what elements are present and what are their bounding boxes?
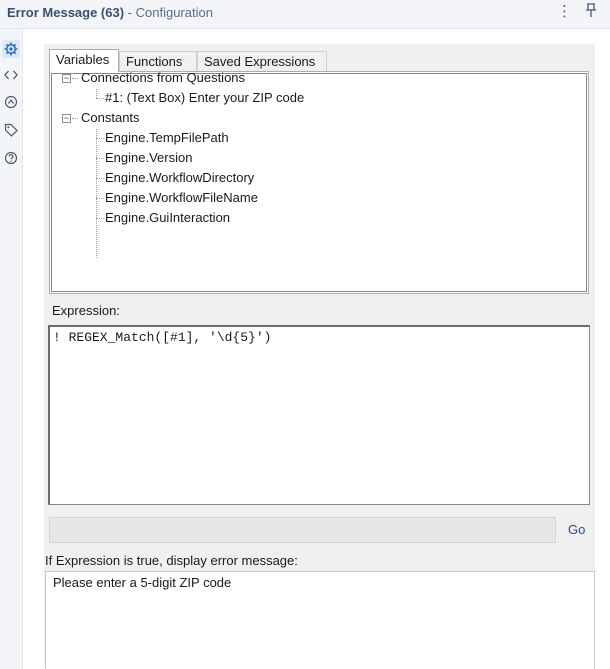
- title-bar: Error Message (63) - Configuration ⋮: [0, 0, 610, 29]
- expression-result-field[interactable]: [49, 517, 556, 543]
- tree-item-tempfilepath[interactable]: Engine.TempFilePath: [105, 129, 229, 147]
- tab-variables[interactable]: Variables: [49, 49, 119, 72]
- expression-editor[interactable]: ! REGEX_Match([#1], '\d{5}'): [48, 325, 590, 505]
- tree-item-version[interactable]: Engine.Version: [105, 149, 192, 167]
- sidebar: [0, 29, 23, 669]
- gear-icon[interactable]: [2, 40, 20, 58]
- window-title-sub: - Configuration: [124, 5, 213, 20]
- tab-functions[interactable]: Functions: [119, 51, 197, 71]
- circle-arrow-icon[interactable]: [2, 93, 20, 111]
- pin-icon[interactable]: [584, 3, 598, 21]
- window-title: Error Message (63) - Configuration: [7, 5, 213, 20]
- code-icon[interactable]: [2, 66, 20, 84]
- window-title-main: Error Message (63): [7, 5, 125, 20]
- collapse-constants-icon[interactable]: −: [62, 114, 71, 123]
- tree-item-workflowdirectory[interactable]: Engine.WorkflowDirectory: [105, 169, 254, 187]
- expression-label: Expression:: [52, 303, 120, 318]
- variables-tab-panel: − Connections from Questions #1: (Text B…: [49, 70, 589, 294]
- tree-group-constants[interactable]: Constants: [81, 109, 140, 127]
- error-message-label: If Expression is true, display error mes…: [45, 553, 298, 568]
- variables-tree[interactable]: − Connections from Questions #1: (Text B…: [51, 70, 587, 292]
- help-icon[interactable]: [2, 149, 20, 167]
- go-button[interactable]: Go: [568, 522, 585, 537]
- tree-item-guiinteraction[interactable]: Engine.GuiInteraction: [105, 209, 230, 227]
- tree-item-text-box[interactable]: #1: (Text Box) Enter your ZIP code: [105, 89, 304, 107]
- tab-saved-expressions[interactable]: Saved Expressions: [197, 51, 327, 71]
- kebab-menu-icon[interactable]: ⋮: [557, 3, 572, 21]
- tree-item-workflowfilename[interactable]: Engine.WorkflowFileName: [105, 189, 258, 207]
- error-message-input[interactable]: Please enter a 5-digit ZIP code: [45, 571, 595, 669]
- collapse-connections-icon[interactable]: −: [62, 74, 71, 83]
- tag-icon[interactable]: [2, 121, 20, 139]
